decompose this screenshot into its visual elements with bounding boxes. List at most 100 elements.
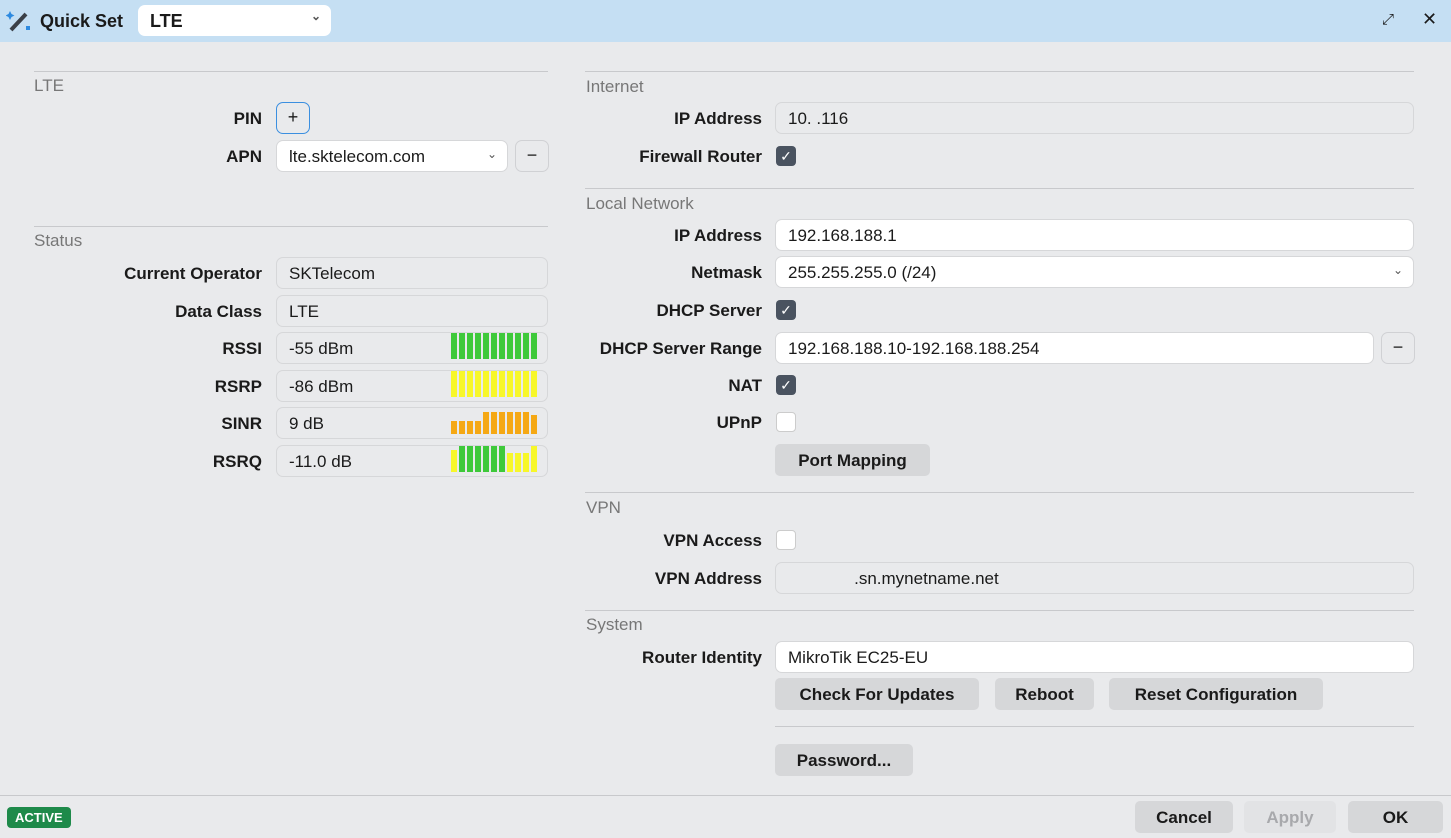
mode-select[interactable]: LTE ⌄ <box>138 5 331 36</box>
signal-bar <box>475 421 481 434</box>
internet-ip-field: 10. .116 <box>775 102 1414 134</box>
mode-value: LTE <box>150 11 183 31</box>
status-label: SINR <box>221 414 262 433</box>
check-updates-button[interactable]: Check For Updates <box>775 678 979 710</box>
section-vpn: VPN <box>586 498 621 517</box>
status-field: SKTelecom <box>276 257 548 289</box>
signal-bar <box>467 371 473 397</box>
reboot-button[interactable]: Reboot <box>995 678 1094 710</box>
apn-label: APN <box>226 147 262 166</box>
netmask-select[interactable]: 255.255.255.0 (/24) ⌄ <box>775 256 1414 288</box>
internet-ip-label: IP Address <box>674 109 762 128</box>
nat-checkbox[interactable]: ✓ <box>776 375 796 395</box>
upnp-checkbox[interactable] <box>776 412 796 432</box>
divider <box>34 226 548 227</box>
status-field: LTE <box>276 295 548 327</box>
signal-bar <box>491 333 497 359</box>
status-value: 9 dB <box>289 414 324 433</box>
status-label: Data Class <box>175 302 262 321</box>
status-badge: ACTIVE <box>7 807 71 828</box>
status-label: Current Operator <box>124 264 262 283</box>
signal-bar <box>491 446 497 472</box>
signal-bar <box>467 333 473 359</box>
signal-bar <box>459 371 465 397</box>
apn-select[interactable]: lte.sktelecom.com ⌄ <box>276 140 508 172</box>
signal-bar <box>515 371 521 397</box>
firewall-checkbox[interactable]: ✓ <box>776 146 796 166</box>
signal-bar <box>459 421 465 434</box>
signal-bar <box>483 411 489 434</box>
section-lte: LTE <box>34 76 64 95</box>
signal-bar <box>515 411 521 434</box>
footer-divider <box>0 795 1451 796</box>
vpn-access-label: VPN Access <box>663 531 762 550</box>
dhcp-label: DHCP Server <box>656 301 762 320</box>
magic-wand-icon <box>6 11 30 32</box>
vpn-address-field: .sn.mynetname.net <box>775 562 1414 594</box>
status-field: 9 dB <box>276 407 548 439</box>
signal-bar <box>483 371 489 397</box>
signal-bar <box>483 446 489 472</box>
firewall-label: Firewall Router <box>639 147 762 166</box>
apply-button[interactable]: Apply <box>1244 801 1336 833</box>
vpn-access-checkbox[interactable] <box>776 530 796 550</box>
router-identity-label: Router Identity <box>642 648 762 667</box>
section-status: Status <box>34 231 83 250</box>
dhcp-checkbox[interactable]: ✓ <box>776 300 796 320</box>
local-ip-label: IP Address <box>674 226 762 245</box>
add-pin-button[interactable]: + <box>276 102 310 134</box>
divider <box>34 71 548 72</box>
signal-bar <box>451 421 457 434</box>
local-ip-input[interactable]: 192.168.188.1 <box>775 219 1414 251</box>
signal-bar <box>507 452 513 472</box>
signal-bar <box>491 371 497 397</box>
signal-bar <box>499 411 505 434</box>
status-field: -11.0 dB <box>276 445 548 477</box>
section-local-network: Local Network <box>586 194 694 213</box>
section-internet: Internet <box>586 77 644 96</box>
cancel-button[interactable]: Cancel <box>1135 801 1233 833</box>
divider <box>585 71 1414 72</box>
signal-bar <box>475 371 481 397</box>
signal-bar <box>491 411 497 434</box>
chevron-down-icon: ⌄ <box>486 147 497 161</box>
status-label: RSRP <box>214 377 262 396</box>
reset-configuration-button[interactable]: Reset Configuration <box>1109 678 1323 710</box>
restore-icon[interactable]: ⤢ <box>1382 11 1394 28</box>
divider <box>585 610 1414 611</box>
signal-bar <box>499 446 505 472</box>
dhcp-range-input[interactable]: 192.168.188.10-192.168.188.254 <box>775 332 1374 364</box>
status-field: -86 dBm <box>276 370 548 402</box>
status-label: RSSI <box>222 339 262 358</box>
signal-bar <box>475 446 481 472</box>
status-field: -55 dBm <box>276 332 548 364</box>
dhcp-range-label: DHCP Server Range <box>599 339 762 358</box>
signal-bar <box>507 411 513 434</box>
signal-bar <box>467 421 473 434</box>
password-button[interactable]: Password... <box>775 744 913 776</box>
divider <box>585 188 1414 189</box>
window-title: Quick Set <box>40 11 124 31</box>
chevron-down-icon: ⌄ <box>1392 263 1403 277</box>
netmask-value: 255.255.255.0 (/24) <box>788 263 937 282</box>
port-mapping-button[interactable]: Port Mapping <box>775 444 930 476</box>
signal-bar <box>483 333 489 359</box>
signal-bar <box>499 333 505 359</box>
status-value: -86 dBm <box>289 377 354 396</box>
status-label: RSRQ <box>212 452 262 471</box>
remove-range-button[interactable]: − <box>1381 332 1415 364</box>
upnp-label: UPnP <box>716 413 762 432</box>
ok-button[interactable]: OK <box>1348 801 1443 833</box>
divider <box>585 492 1414 493</box>
signal-bar <box>451 333 457 359</box>
signal-bar <box>451 449 457 472</box>
close-icon[interactable]: ✕ <box>1422 9 1437 30</box>
signal-bar <box>515 333 521 359</box>
section-system: System <box>586 615 643 634</box>
pin-label: PIN <box>233 109 262 128</box>
router-identity-input[interactable]: MikroTik EC25-EU <box>775 641 1414 673</box>
status-value: LTE <box>289 302 319 321</box>
nat-label: NAT <box>728 376 762 395</box>
signal-bar <box>523 452 529 472</box>
divider <box>775 726 1414 727</box>
